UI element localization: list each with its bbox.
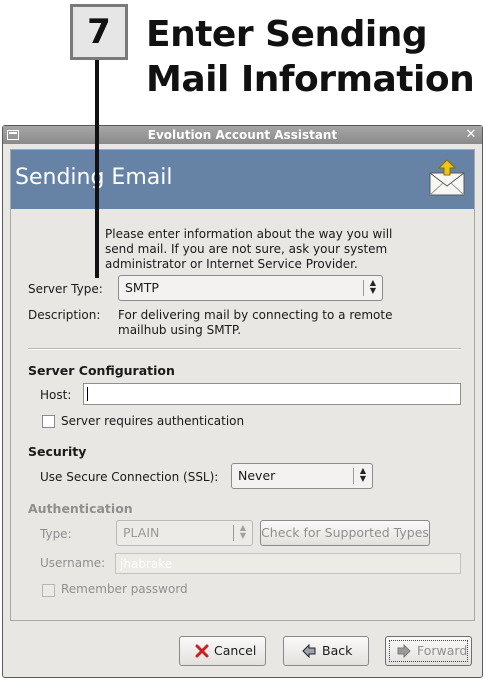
step-number-box: 7 [70,4,128,60]
intro-line-1: Please enter information about the way y… [105,227,393,241]
server-config-heading: Server Configuration [28,363,175,378]
cancel-x-icon [195,644,209,658]
envelope-upload-icon [429,159,465,196]
intro-text: Please enter information about the way y… [105,227,392,272]
description-text: For delivering mail by connecting to a r… [118,308,393,338]
intro-line-2: send mail. If you are not sure, ask your… [105,242,388,256]
account-assistant-window: Evolution Account Assistant ✕ Sending Em… [2,125,483,678]
server-type-label: Server Type: [28,282,103,296]
step-title-line-2: Mail Information [146,59,475,100]
username-value: jhabrake [120,557,173,571]
auth-required-label[interactable]: Server requires authentication [61,414,244,429]
forward-label: Forward [417,643,468,658]
text-cursor [87,387,88,401]
back-button[interactable]: Back [283,636,369,666]
forward-arrow-icon [397,644,411,658]
ssl-combo[interactable]: Never ▲ ▼ [231,463,373,489]
step-number: 7 [87,12,111,52]
intro-line-3: administrator or Internet Service Provid… [105,257,358,271]
description-line-1: For delivering mail by connecting to a r… [118,308,393,322]
window-menu-icon[interactable] [7,130,19,140]
server-type-combo[interactable]: SMTP ▲ ▼ [118,275,383,301]
step-title-line-1: Enter Sending [146,14,428,55]
combo-arrows-icon: ▲ ▼ [369,278,377,295]
remember-password-label[interactable]: Remember password [61,582,188,597]
page-title: Sending Email [15,165,173,190]
page-banner: Sending Email [11,150,474,209]
ssl-label: Use Secure Connection (SSL): [40,470,219,484]
username-input[interactable]: jhabrake [115,553,461,574]
step-title: Enter Sending Mail Information [146,12,476,102]
auth-type-combo[interactable]: PLAIN ▲ ▼ [116,520,253,546]
host-input[interactable] [83,383,461,405]
assistant-page: Sending Email Please enter information a… [10,149,475,621]
window-titlebar[interactable]: Evolution Account Assistant [3,126,482,144]
check-supported-types-button[interactable]: Check for Supported Types [260,520,430,546]
username-label: Username: [40,556,106,570]
window-close-icon[interactable]: ✕ [464,127,478,142]
combo-arrows-icon: ▲ ▼ [239,523,247,540]
section-divider [28,348,461,350]
remember-password-checkbox[interactable] [42,584,55,597]
auth-type-value: PLAIN [123,525,160,540]
cancel-label: Cancel [214,643,257,658]
check-supported-types-label: Check for Supported Types [261,525,429,540]
description-label: Description: [28,308,101,322]
description-line-2: mailhub using SMTP. [118,323,242,337]
security-heading: Security [28,444,87,459]
back-arrow-icon [302,644,316,658]
auth-type-label: Type: [40,527,72,541]
window-title: Evolution Account Assistant [147,128,338,142]
authentication-heading: Authentication [28,501,133,516]
host-label: Host: [40,388,72,402]
cancel-button[interactable]: Cancel [179,636,266,666]
auth-required-checkbox[interactable] [42,415,55,428]
callout-leader-line [95,60,99,278]
back-label: Back [322,643,353,658]
forward-button[interactable]: Forward [385,636,472,666]
ssl-value: Never [238,468,276,483]
server-type-value: SMTP [125,280,159,295]
combo-arrows-icon: ▲ ▼ [359,466,367,483]
